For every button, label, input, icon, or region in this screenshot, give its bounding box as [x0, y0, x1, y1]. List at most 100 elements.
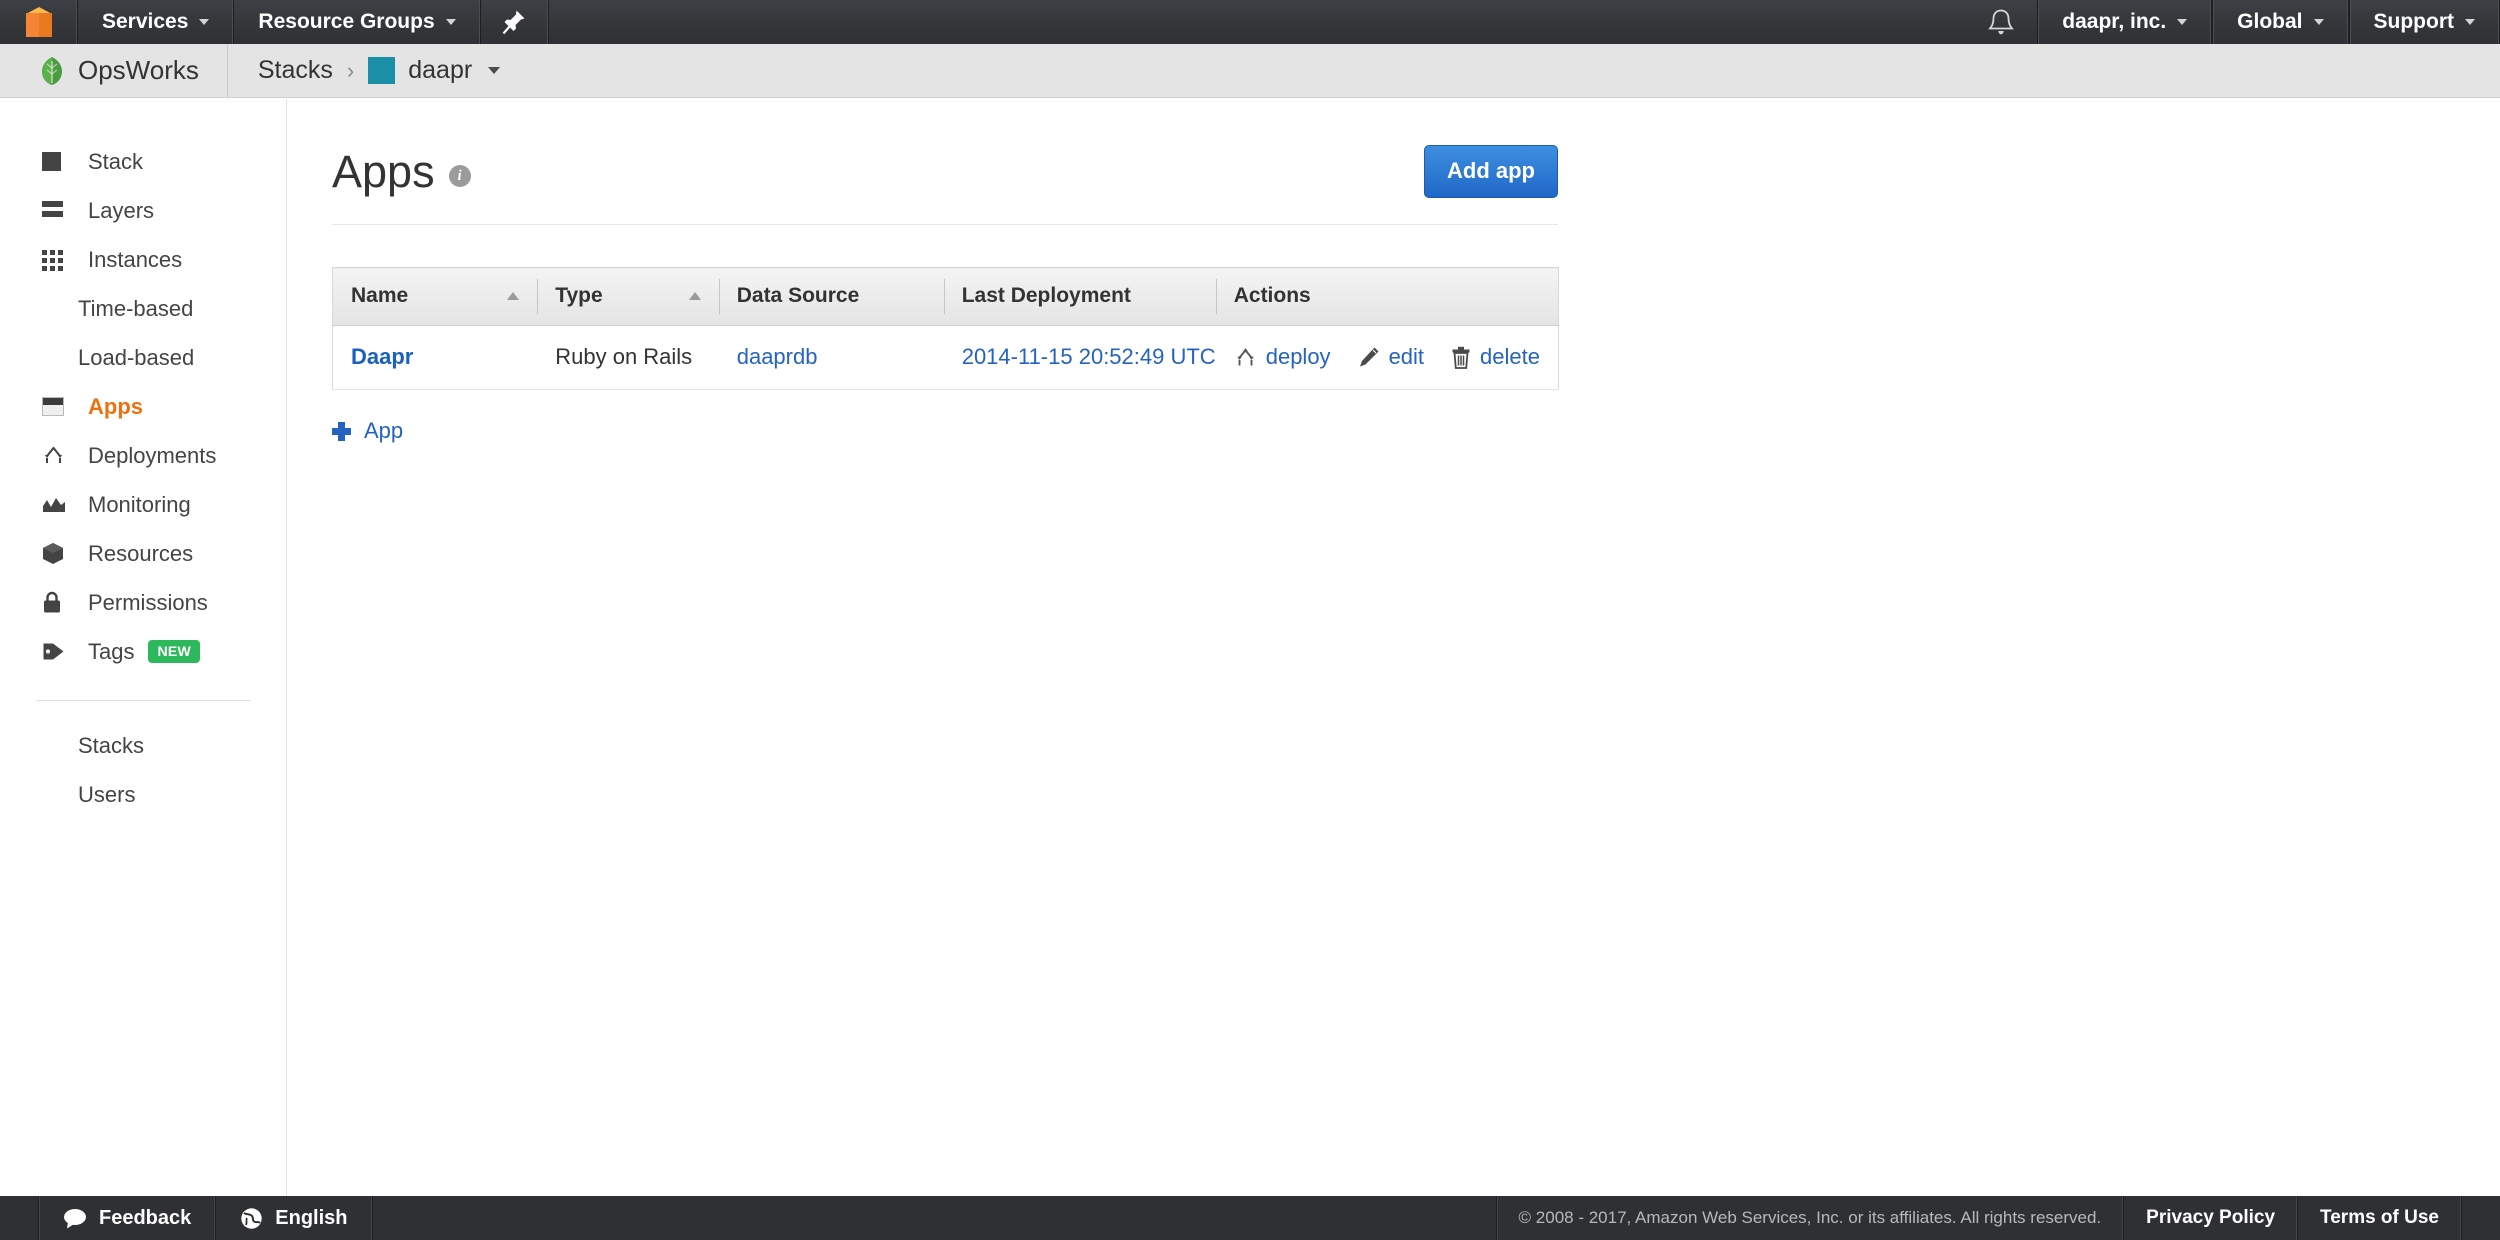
breadcrumb-stack-label: daapr — [408, 56, 473, 84]
page-footer: Feedback English © 2008 - 2017, Amazon W… — [0, 1196, 2500, 1240]
aws-logo-button[interactable] — [0, 0, 78, 44]
apps-window-icon — [42, 397, 72, 416]
sidebar-item-label: Instances — [88, 246, 183, 272]
speech-bubble-icon — [64, 1208, 86, 1228]
trash-delete-icon — [1452, 346, 1470, 369]
sidebar-item-permissions[interactable]: Permissions — [0, 578, 286, 627]
add-app-inline-label: App — [364, 418, 404, 443]
bell-notification-icon — [1988, 9, 2015, 34]
sidebar-item-stacks[interactable]: Stacks — [0, 721, 286, 770]
deploy-action[interactable]: deploy — [1234, 344, 1331, 370]
chevron-down-icon — [2465, 19, 2475, 25]
sidebar-item-stack[interactable]: Stack — [0, 137, 286, 186]
sidebar-divider — [36, 700, 250, 701]
deployments-branch-icon — [42, 445, 72, 466]
chevron-down-icon — [199, 19, 210, 25]
nav-services-menu[interactable]: Services — [78, 0, 235, 44]
page-title: Apps — [332, 146, 435, 197]
terms-of-use-link[interactable]: Terms of Use — [2298, 1196, 2462, 1240]
column-header-name[interactable]: Name — [332, 267, 538, 326]
sidebar-item-layers[interactable]: Layers — [0, 186, 286, 235]
sidebar-item-label: Stacks — [78, 732, 145, 758]
nav-resource-groups-label: Resource Groups — [258, 10, 435, 33]
sidebar-item-label: Monitoring — [88, 491, 191, 517]
breadcrumb-stacks-link[interactable]: Stacks — [258, 56, 333, 85]
sidebar-item-apps[interactable]: Apps — [0, 382, 286, 431]
table-header-row: Name Type Data Source Last Deployment Ac… — [332, 267, 1559, 326]
sidebar-item-label: Resources — [88, 540, 194, 566]
add-app-button[interactable]: Add app — [1424, 145, 1558, 198]
pin-shortcut-button[interactable] — [481, 0, 549, 44]
nav-resource-groups-menu[interactable]: Resource Groups — [234, 0, 481, 44]
sidebar-nav: Stack Layers Instances Time-based Load-b… — [0, 99, 287, 1196]
status-badge-new: NEW — [148, 640, 201, 663]
notifications-button[interactable] — [1965, 0, 2037, 44]
language-selector[interactable]: English — [216, 1196, 373, 1240]
deploy-branch-icon — [1236, 347, 1254, 365]
sidebar-item-label: Deployments — [88, 442, 217, 468]
last-deployment-link[interactable]: 2014-11-15 20:52:49 UTC — [962, 344, 1216, 369]
sidebar-item-monitoring[interactable]: Monitoring — [0, 480, 286, 529]
cell-actions: deploy edit delete — [1215, 325, 1559, 390]
breadcrumb-separator: › — [346, 57, 355, 83]
privacy-policy-link[interactable]: Privacy Policy — [2124, 1196, 2299, 1240]
column-header-data-source[interactable]: Data Source — [718, 267, 944, 326]
nav-region-menu[interactable]: Global — [2212, 0, 2349, 44]
chevron-down-icon — [488, 67, 501, 74]
sidebar-item-users[interactable]: Users — [0, 770, 286, 819]
apps-table-header: Name Type Data Source Last Deployment Ac… — [332, 267, 1559, 326]
sidebar-item-tags[interactable]: Tags NEW — [0, 627, 286, 676]
sidebar-item-load-based[interactable]: Load-based — [0, 333, 286, 382]
breadcrumb-bar: OpsWorks Stacks › daapr — [0, 44, 2500, 98]
column-label: Actions — [1233, 284, 1311, 307]
breadcrumb: Stacks › daapr — [228, 44, 501, 97]
table-row: Daapr Ruby on Rails daaprdb 2014-11-15 2… — [332, 325, 1559, 390]
stack-color-swatch — [368, 57, 396, 84]
globe-icon — [241, 1207, 262, 1229]
feedback-button[interactable]: Feedback — [38, 1196, 217, 1240]
sidebar-item-label: Users — [78, 781, 136, 807]
sidebar-item-deployments[interactable]: Deployments — [0, 431, 286, 480]
sidebar-item-instances[interactable]: Instances — [0, 235, 286, 284]
sidebar-item-label: Tags — [88, 638, 135, 664]
breadcrumb-stack-menu[interactable]: daapr — [368, 56, 501, 85]
aws-top-navbar: Services Resource Groups daapr, inc. Glo… — [0, 0, 2500, 44]
language-label: English — [275, 1206, 348, 1229]
app-name-link[interactable]: Daapr — [351, 344, 413, 369]
delete-action[interactable]: delete — [1451, 344, 1540, 370]
edit-action[interactable]: edit — [1358, 344, 1424, 370]
pencil-edit-icon — [1359, 347, 1379, 367]
column-header-actions[interactable]: Actions — [1215, 267, 1559, 326]
column-label: Name — [351, 284, 409, 307]
opsworks-home-link[interactable]: OpsWorks — [0, 44, 228, 97]
main-content: Apps i Add app Name Type Data Source Las… — [288, 99, 2500, 1196]
nav-account-menu[interactable]: daapr, inc. — [2037, 0, 2213, 44]
monitoring-chart-icon — [42, 497, 72, 513]
cell-last-deployment: 2014-11-15 20:52:49 UTC — [943, 325, 1216, 390]
navbar-right-group: daapr, inc. Global Support — [1965, 0, 2500, 44]
column-header-last-deployment[interactable]: Last Deployment — [943, 267, 1216, 326]
info-icon[interactable]: i — [448, 165, 471, 187]
sort-asc-icon — [507, 292, 520, 300]
stack-icon — [42, 152, 72, 171]
sidebar-item-label: Time-based — [78, 295, 194, 321]
nav-region-label: Global — [2237, 10, 2303, 33]
page-header: Apps i Add app — [332, 145, 1558, 225]
sidebar-item-resources[interactable]: Resources — [0, 529, 286, 578]
apps-table: Name Type Data Source Last Deployment Ac… — [332, 267, 1559, 390]
sort-asc-icon — [688, 292, 701, 300]
sidebar-item-time-based[interactable]: Time-based — [0, 284, 286, 333]
data-source-link[interactable]: daaprdb — [737, 344, 818, 369]
aws-cube-icon — [25, 7, 52, 37]
copyright-text: © 2008 - 2017, Amazon Web Services, Inc.… — [1495, 1196, 2125, 1240]
chevron-down-icon — [2313, 19, 2324, 25]
nav-support-menu[interactable]: Support — [2348, 0, 2500, 44]
add-app-inline-link[interactable]: App — [332, 418, 2500, 444]
column-header-type[interactable]: Type — [537, 267, 719, 326]
instances-grid-icon — [42, 249, 72, 271]
column-label: Data Source — [736, 284, 860, 307]
resources-cube-icon — [42, 542, 72, 565]
footer-spacer — [373, 1196, 1496, 1240]
plus-icon — [332, 421, 351, 441]
navbar-spacer — [549, 0, 1966, 44]
